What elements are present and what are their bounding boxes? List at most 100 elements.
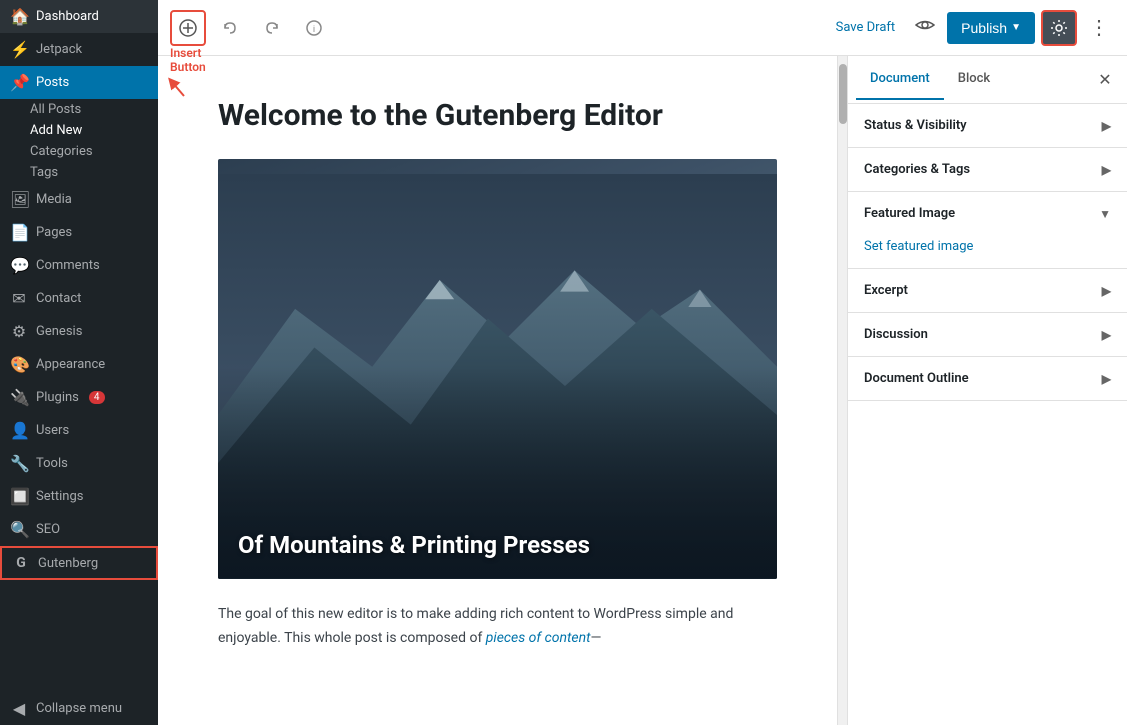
tools-icon: 🔧 [10,454,28,473]
insert-block-button[interactable] [170,10,206,46]
appearance-icon: 🎨 [10,355,28,374]
collapse-icon: ◀ [10,699,28,718]
section-status-visibility: Status & Visibility ▶ [848,104,1127,148]
settings-icon: 🔲 [10,487,28,506]
body-link[interactable]: pieces of content [486,630,591,646]
section-categories-tags-header[interactable]: Categories & Tags ▶ [848,148,1127,191]
preview-button[interactable] [909,9,941,46]
pages-icon: 📄 [10,223,28,242]
sidebar-sub-add-new[interactable]: Add New [0,120,158,141]
sidebar-item-label: Contact [36,291,81,306]
publish-button[interactable]: Publish ▼ [947,12,1035,44]
contact-icon: ✉ [10,289,28,308]
section-discussion: Discussion ▶ [848,313,1127,357]
section-status-visibility-header[interactable]: Status & Visibility ▶ [848,104,1127,147]
tab-block[interactable]: Block [944,59,1004,100]
panel-close-button[interactable]: ✕ [1091,66,1119,94]
set-featured-image-link[interactable]: Set featured image [864,239,973,254]
undo-button[interactable] [212,10,248,46]
section-document-outline: Document Outline ▶ [848,357,1127,401]
tags-label: Tags [30,165,58,180]
sidebar-item-tools[interactable]: 🔧 Tools [0,447,158,480]
sidebar-item-jetpack[interactable]: ⚡ Jetpack [0,33,158,66]
section-featured-image: Featured Image ▼ Set featured image [848,192,1127,269]
plus-icon [179,19,197,37]
section-featured-image-header[interactable]: Featured Image ▼ [848,192,1127,235]
sidebar-item-seo[interactable]: 🔍 SEO [0,513,158,546]
sidebar-item-label: Appearance [36,357,105,372]
section-featured-image-content: Set featured image [848,235,1127,268]
panel-scroll: Status & Visibility ▶ Categories & Tags … [848,104,1127,725]
discussion-arrow-icon: ▶ [1102,328,1111,342]
sidebar-item-dashboard[interactable]: 🏠 Dashboard [0,0,158,33]
sidebar-item-genesis[interactable]: ⚙ Genesis [0,315,158,348]
body-italic: pieces of content [486,630,591,646]
sidebar-item-pages[interactable]: 📄 Pages [0,216,158,249]
excerpt-arrow-icon: ▶ [1102,284,1111,298]
settings-panel-button[interactable] [1041,10,1077,46]
dashboard-icon: 🏠 [10,7,28,26]
sidebar-item-label: Posts [36,75,69,90]
save-draft-button[interactable]: Save Draft [828,14,904,41]
settings-tab-annotation: Settings Tab Button [971,0,1077,1]
post-title[interactable]: Welcome to the Gutenberg Editor [218,96,777,135]
sidebar-item-users[interactable]: 👤 Users [0,414,158,447]
sidebar-item-posts[interactable]: 📌 Posts [0,66,158,99]
add-new-label: Add New [30,123,82,138]
sidebar-item-label: Gutenberg [38,556,98,571]
post-body: The goal of this new editor is to make a… [218,603,777,651]
gutenberg-icon: G [12,555,30,571]
sidebar-item-appearance[interactable]: 🎨 Appearance [0,348,158,381]
info-icon: i [306,20,322,36]
undo-icon [222,20,238,36]
mountain-svg [218,174,777,579]
sidebar-item-comments[interactable]: 💬 Comments [0,249,158,282]
sidebar-item-contact[interactable]: ✉ Contact [0,282,158,315]
document-outline-arrow-icon: ▶ [1102,372,1111,386]
sidebar-item-label: Jetpack [36,42,82,57]
status-arrow-icon: ▶ [1102,119,1111,133]
eye-icon [915,15,935,35]
sidebar-item-settings[interactable]: 🔲 Settings [0,480,158,513]
seo-icon: 🔍 [10,520,28,539]
right-panel: Document Block ✕ Status & Visibility ▶ [847,56,1127,725]
redo-button[interactable] [254,10,290,46]
body-text: The goal of this new editor is to make a… [218,606,733,646]
collapse-label: Collapse menu [36,701,122,716]
sidebar-item-gutenberg[interactable]: G Gutenberg [0,546,158,580]
tab-document[interactable]: Document [856,59,944,100]
sidebar-item-plugins[interactable]: 🔌 Plugins 4 [0,381,158,414]
editor-area: Welcome to the Gutenberg Editor [158,56,837,725]
svg-text:i: i [313,24,315,34]
categories-label: Categories [30,144,93,159]
media-icon: 🖼 [10,190,28,209]
posts-icon: 📌 [10,73,28,92]
section-document-outline-header[interactable]: Document Outline ▶ [848,357,1127,400]
all-posts-label: All Posts [30,102,81,117]
sidebar-item-collapse[interactable]: ◀ Collapse menu [0,692,158,725]
more-options-button[interactable]: ⋮ [1083,12,1115,44]
sidebar-sub-all-posts[interactable]: All Posts [0,99,158,120]
section-discussion-header[interactable]: Discussion ▶ [848,313,1127,356]
panel-tabs: Document Block ✕ [848,56,1127,104]
categories-arrow-icon: ▶ [1102,163,1111,177]
info-button[interactable]: i [296,10,332,46]
sidebar-item-label: Comments [36,258,100,273]
sidebar-sub-tags[interactable]: Tags [0,162,158,183]
sidebar-item-label: Media [36,192,72,207]
sidebar-sub-categories[interactable]: Categories [0,141,158,162]
featured-image-arrow-icon: ▼ [1099,207,1111,221]
sidebar-item-label: SEO [36,522,60,537]
section-categories-tags: Categories & Tags ▶ [848,148,1127,192]
editor-scrollbar-thumb [839,64,847,124]
sidebar-item-label: Plugins [36,390,79,405]
comments-icon: 💬 [10,256,28,275]
section-excerpt-header[interactable]: Excerpt ▶ [848,269,1127,312]
editor-scrollbar[interactable] [837,56,847,725]
section-excerpt: Excerpt ▶ [848,269,1127,313]
plugins-icon: 🔌 [10,388,28,407]
sidebar-item-label: Dashboard [36,9,99,24]
body-dash: — [591,630,602,646]
sidebar-item-media[interactable]: 🖼 Media [0,183,158,216]
plugins-badge: 4 [89,391,105,404]
